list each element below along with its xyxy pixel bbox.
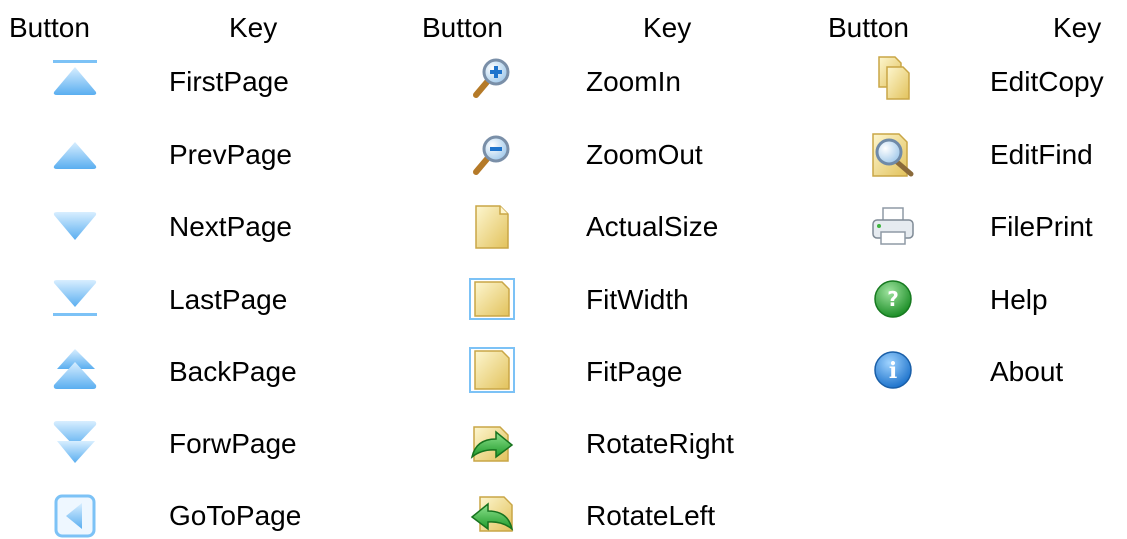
header-key-col3: Key <box>1053 12 1102 43</box>
back-page-icon[interactable] <box>49 347 101 393</box>
fit-page-icon[interactable] <box>466 347 518 393</box>
key-label-file-print: FilePrint <box>990 211 1093 242</box>
key-label-actual-size: ActualSize <box>586 211 719 242</box>
fit-width-icon[interactable] <box>466 276 518 322</box>
edit-find-icon[interactable] <box>867 132 919 178</box>
key-label-first-page: FirstPage <box>169 66 289 97</box>
file-print-icon[interactable] <box>867 204 919 250</box>
rotate-right-icon[interactable] <box>466 419 518 465</box>
key-label-last-page: LastPage <box>169 284 288 315</box>
key-label-edit-find: EditFind <box>990 139 1093 170</box>
next-page-icon[interactable] <box>49 204 101 250</box>
key-label-about: About <box>990 356 1064 387</box>
key-label-forward-page: ForwPage <box>169 428 297 459</box>
header-key-col2: Key <box>643 12 692 43</box>
prev-page-icon[interactable] <box>49 132 101 178</box>
zoom-in-icon[interactable] <box>466 55 518 101</box>
key-label-back-page: BackPage <box>169 356 297 387</box>
key-label-fit-width: FitWidth <box>586 284 689 315</box>
last-page-icon[interactable] <box>49 276 101 322</box>
key-label-prev-page: PrevPage <box>169 139 292 170</box>
actual-size-icon[interactable] <box>466 204 518 250</box>
go-to-page-icon[interactable] <box>49 493 101 539</box>
svg-text:?: ? <box>887 287 899 311</box>
zoom-out-icon[interactable] <box>466 132 518 178</box>
rotate-left-icon[interactable] <box>466 493 518 539</box>
help-icon[interactable]: ? <box>867 276 919 322</box>
edit-copy-icon[interactable] <box>867 55 919 101</box>
header-button-col1: Button <box>9 12 90 43</box>
header-button-col3: Button <box>828 12 909 43</box>
key-label-zoom-in: ZoomIn <box>586 66 681 97</box>
key-label-zoom-out: ZoomOut <box>586 139 703 170</box>
key-label-help: Help <box>990 284 1048 315</box>
first-page-icon[interactable] <box>49 55 101 101</box>
key-label-go-to-page: GoToPage <box>169 500 302 531</box>
key-label-fit-page: FitPage <box>586 356 683 387</box>
key-label-rotate-right: RotateRight <box>586 428 734 459</box>
svg-text:i: i <box>889 358 897 384</box>
about-icon[interactable]: i <box>867 347 919 393</box>
header-button-col2: Button <box>422 12 503 43</box>
key-label-rotate-left: RotateLeft <box>586 500 716 531</box>
key-label-edit-copy: EditCopy <box>990 66 1104 97</box>
forward-page-icon[interactable] <box>49 419 101 465</box>
header-key-col1: Key <box>229 12 278 43</box>
key-label-next-page: NextPage <box>169 211 292 242</box>
